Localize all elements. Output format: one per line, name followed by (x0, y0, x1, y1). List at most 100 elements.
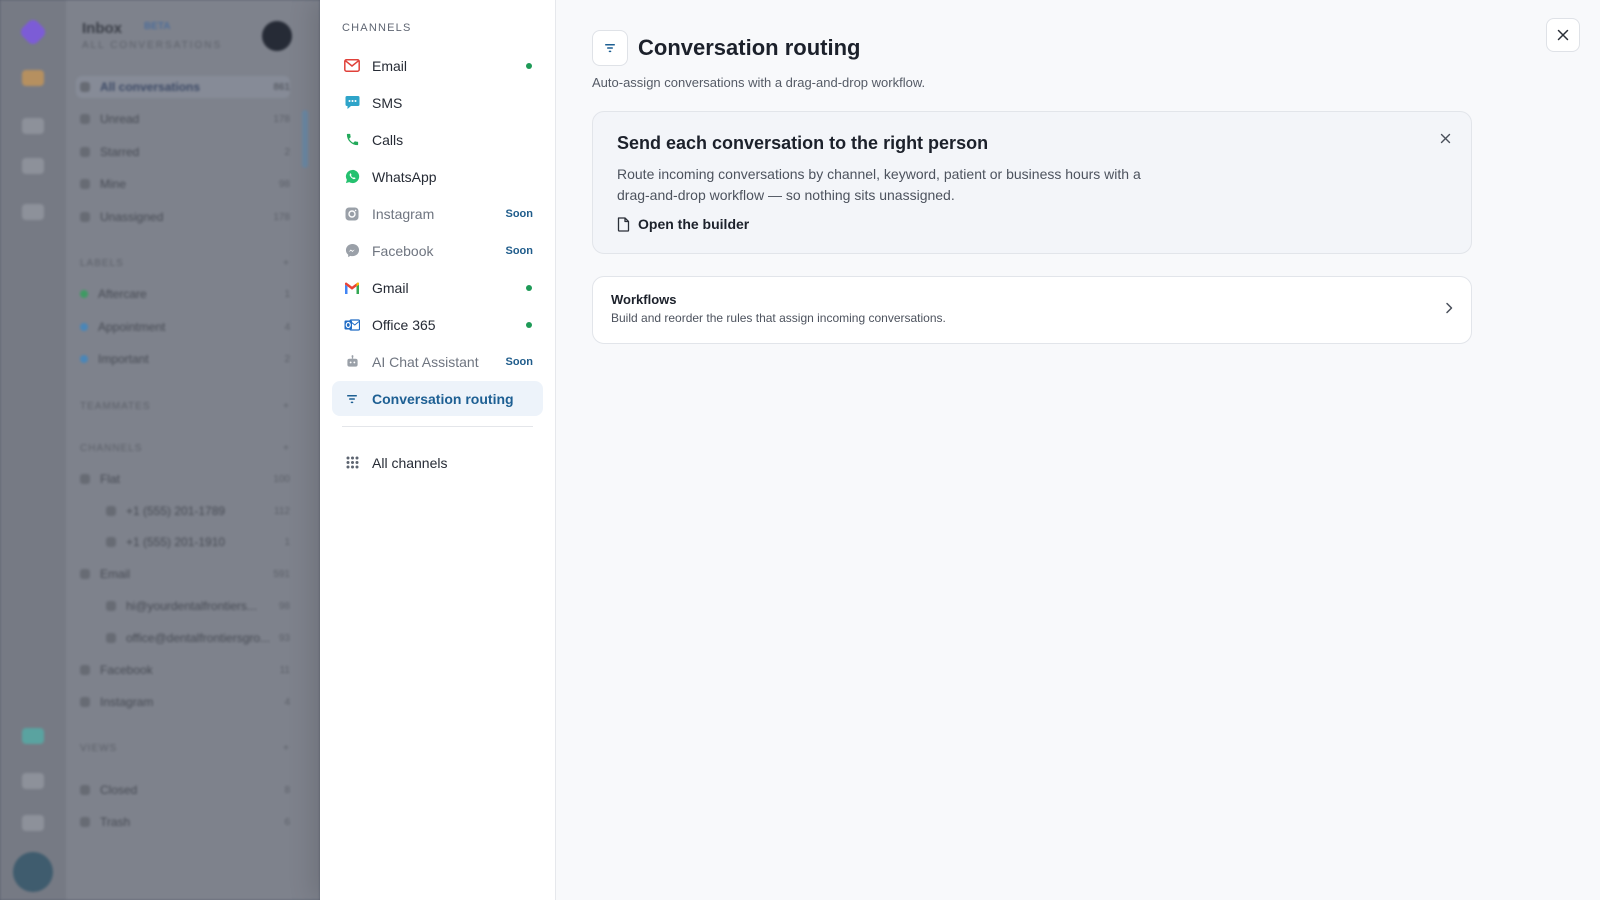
row-icon (80, 323, 88, 331)
row-label: CHANNELS (80, 442, 143, 454)
sidebar-row: Instagram 4 (80, 691, 290, 713)
sms-icon (344, 95, 360, 111)
row-label: Unassigned (100, 210, 164, 224)
nav-heading: CHANNELS (342, 22, 412, 34)
row-count: 178 (273, 211, 290, 223)
row-icon (80, 665, 90, 675)
sidebar-row: All conversations 861 (76, 76, 290, 98)
row-count: 4 (284, 321, 290, 333)
dismiss-banner-button[interactable] (1435, 128, 1455, 148)
sidebar-row: Flat 100 (80, 468, 290, 490)
sidebar-section-header: LABELS + (80, 252, 290, 274)
integrations-rail-icon (22, 728, 44, 744)
connected-status-dot (526, 321, 532, 328)
nav-item-email[interactable]: Email (332, 48, 543, 83)
user-avatar (13, 852, 53, 892)
nav-item-label: Gmail (372, 279, 409, 296)
soon-badge: Soon (505, 207, 534, 220)
page-header: Conversation routing (592, 30, 1600, 66)
nav-item-sms[interactable]: SMS (332, 85, 543, 120)
row-label: Mine (100, 177, 127, 191)
filter-icon (344, 391, 360, 407)
row-label: Appointment (98, 320, 166, 334)
row-count: 98 (278, 178, 290, 190)
connected-status-dot (526, 284, 532, 291)
row-count: 1 (284, 288, 290, 300)
nav-item-facebook[interactable]: Facebook Soon (332, 233, 543, 268)
channels-nav: CHANNELS Email SMS Calls WhatsApp Instag… (320, 0, 556, 900)
sidebar-row: Important 2 (80, 348, 290, 370)
close-icon (1557, 29, 1569, 41)
nav-item-all-channels[interactable]: All channels (332, 445, 543, 480)
row-label: Instagram (100, 695, 154, 709)
row-count: 2 (284, 146, 290, 158)
sidebar-row: Facebook 11 (80, 659, 290, 681)
beta-badge: BETA (144, 21, 171, 32)
row-label: office@dentalfrontiersgro... (126, 631, 271, 645)
soon-badge: Soon (505, 355, 534, 368)
row-icon (80, 82, 90, 92)
sidebar-row: Email 591 (80, 563, 290, 585)
inbox-subtitle: ALL CONVERSATIONS (82, 40, 223, 51)
filter-icon (592, 30, 628, 66)
phone-icon (344, 132, 360, 148)
sidebar-row: +1 (555) 201-1910 1 (106, 531, 290, 553)
app-logo (18, 17, 48, 47)
nav-item-label: Calls (372, 131, 404, 148)
nav-item-ai-chat-assistant[interactable]: AI Chat Assistant Soon (332, 344, 543, 379)
sidebar-row: Unread 178 (80, 108, 290, 130)
page-subtitle: Auto-assign conversations with a drag-an… (592, 75, 926, 90)
row-icon (106, 506, 116, 516)
nav-item-whatsapp[interactable]: WhatsApp (332, 159, 543, 194)
row-label: +1 (555) 201-1789 (126, 504, 226, 518)
nav-item-calls[interactable]: Calls (332, 122, 543, 157)
sidebar-row: office@dentalfrontiersgro... 93 (106, 627, 290, 649)
sidebar-row: Starred 2 (80, 141, 290, 163)
row-count: 112 (274, 505, 290, 517)
nav-item-gmail[interactable]: Gmail (332, 270, 543, 305)
row-label: Email (100, 567, 131, 581)
background-app: Inbox BETA ALL CONVERSATIONS All convers… (0, 0, 320, 900)
row-count: 93 (278, 632, 290, 644)
settings-rail-icon (22, 815, 44, 831)
gmail-icon (344, 280, 360, 296)
row-label: Unread (100, 112, 140, 126)
row-icon (80, 212, 90, 222)
row-label: Flat (100, 472, 121, 486)
row-count: + (283, 742, 290, 754)
help-rail-icon (22, 773, 44, 789)
sidebar-row: Unassigned 178 (80, 206, 290, 228)
sidebar-row: +1 (555) 201-1789 112 (106, 500, 290, 522)
close-drawer-button[interactable] (1546, 18, 1580, 52)
sidebar-row: Trash 6 (80, 811, 290, 833)
row-count: 6 (284, 816, 290, 828)
row-count: + (283, 442, 290, 454)
nav-item-office365[interactable]: Office 365 (332, 307, 543, 342)
nav-item-label: AI Chat Assistant (372, 353, 479, 370)
nav-item-label: Facebook (372, 242, 434, 259)
nav-item-conversation-routing[interactable]: Conversation routing (332, 381, 543, 416)
soon-badge: Soon (505, 244, 534, 257)
messenger-icon (344, 243, 360, 259)
open-builder-link[interactable]: Open the builder (617, 216, 749, 232)
row-label: VIEWS (80, 742, 118, 754)
nav-divider (342, 426, 533, 427)
document-icon (617, 216, 630, 232)
intro-banner: Send each conversation to the right pers… (592, 111, 1472, 254)
row-count: + (283, 400, 290, 412)
nav-item-label: Instagram (372, 205, 435, 222)
nav-item-instagram[interactable]: Instagram Soon (332, 196, 543, 231)
inbox-sidebar: Inbox BETA ALL CONVERSATIONS All convers… (66, 0, 320, 900)
workflows-card[interactable]: Workflows Build and reorder the rules th… (592, 276, 1472, 344)
row-count: + (283, 257, 290, 269)
row-label: All conversations (100, 80, 201, 94)
row-label: LABELS (80, 257, 124, 269)
row-count: 1 (284, 536, 290, 548)
row-label: +1 (555) 201-1910 (126, 535, 226, 549)
row-icon (80, 697, 90, 707)
sidebar-section-header: VIEWS + (80, 737, 290, 759)
row-label: Facebook (100, 663, 153, 677)
row-icon (106, 633, 116, 643)
row-label: Starred (100, 145, 140, 159)
row-icon (80, 569, 90, 579)
